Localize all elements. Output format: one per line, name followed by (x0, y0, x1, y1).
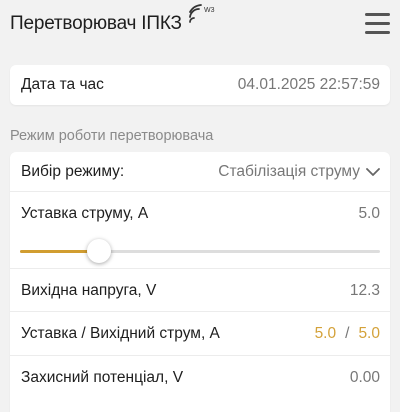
current-values: 5.0 / 5.0 (315, 325, 380, 343)
slider-thumb[interactable] (87, 239, 111, 263)
current-label: Уставка / Вихідний струм, А (21, 325, 220, 342)
protective-potential-label: Захисний потенціал, V (21, 369, 184, 386)
datetime-card: Дата та час 04.01.2025 22:57:59 (10, 65, 390, 105)
mode-value[interactable]: Стабілізація струму (218, 163, 360, 181)
setpoint-value: 5.0 (358, 205, 380, 222)
mode-select[interactable]: Стабілізація струму (218, 160, 380, 184)
protective-potential-row: Захисний потенціал, V 0.00 (10, 356, 390, 400)
mode-row[interactable]: Вибір режиму: Стабілізація струму (10, 152, 390, 192)
output-voltage-value: 12.3 (349, 282, 380, 299)
setpoint-slider[interactable] (20, 239, 380, 264)
section-label: Режим роботи перетворювача (10, 128, 214, 144)
current-separator: / (345, 325, 350, 342)
datetime-value: 04.01.2025 22:57:59 (237, 76, 380, 93)
mode-settings-card: Вибір режиму: Стабілізація струму Уставк… (10, 152, 390, 412)
current-output-value: 5.0 (358, 325, 380, 342)
chevron-down-icon[interactable] (366, 167, 380, 177)
wifi-signal-icon: W3 (189, 4, 215, 23)
datetime-label: Дата та час (21, 76, 104, 93)
hamburger-menu-icon[interactable] (365, 12, 390, 36)
current-row: Уставка / Вихідний струм, А 5.0 / 5.0 (10, 312, 390, 356)
setpoint-label: Уставка струму, А (21, 205, 149, 222)
app-title: Перетворювач ІПКЗ (10, 13, 182, 34)
mode-label: Вибір режиму: (21, 163, 125, 180)
signal-badge: W3 (204, 7, 215, 14)
output-voltage-row: Вихідна напруга, V 12.3 (10, 269, 390, 312)
current-setpoint-value: 5.0 (314, 325, 337, 342)
setpoint-row: Уставка струму, А 5.0 (10, 192, 390, 269)
output-voltage-label: Вихідна напруга, V (21, 282, 157, 299)
protective-potential-value: 0.00 (349, 369, 380, 386)
app-header: Перетворювач ІПКЗ W3 (0, 0, 400, 52)
